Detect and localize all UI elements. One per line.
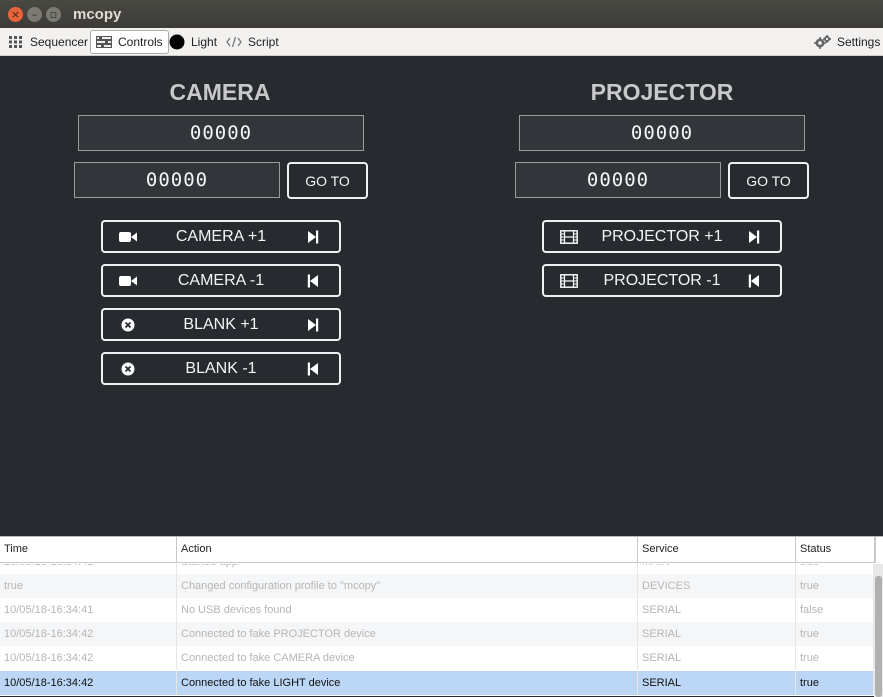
projector-backward-label: PROJECTOR -1 <box>603 272 721 289</box>
blank-backward-label: BLANK -1 <box>185 360 257 377</box>
column-header-action[interactable]: Action <box>177 537 638 563</box>
camera-counter: 00000 <box>78 115 364 151</box>
step-backward-icon <box>307 274 319 288</box>
cell-service: DEVICES <box>638 574 796 598</box>
window-minimize-button[interactable]: – <box>27 7 42 22</box>
cell-action: No USB devices found <box>177 598 638 622</box>
cell-time: 10/05/18-16:34:41 <box>0 564 177 574</box>
projector-counter: 00000 <box>519 115 805 151</box>
table-row[interactable]: true Changed configuration profile to "m… <box>0 574 874 598</box>
cell-status: false <box>796 598 874 622</box>
step-forward-icon <box>748 230 760 244</box>
cell-service: SERIAL <box>638 598 796 622</box>
table-row[interactable]: 10/05/18-16:34:41 Started app MAIN true <box>0 564 874 574</box>
menu-sequencer[interactable]: Sequencer <box>3 30 94 54</box>
step-forward-icon <box>307 230 319 244</box>
camera-backward-button[interactable]: CAMERA -1 <box>101 264 341 297</box>
menu-light-label: Light <box>191 35 218 49</box>
log-scrollbar-thumb[interactable] <box>875 576 882 697</box>
projector-goto-input[interactable]: 00000 <box>515 162 721 198</box>
cell-action: Changed configuration profile to "mcopy" <box>177 574 638 598</box>
menu-controls[interactable]: Controls <box>90 30 169 54</box>
cell-status: true <box>796 646 874 670</box>
cell-action: Connected to fake PROJECTOR device <box>177 622 638 646</box>
grid-icon <box>9 36 24 48</box>
menu-light[interactable]: Light <box>163 30 223 54</box>
table-row[interactable]: 10/05/18-16:34:42 Connected to fake CAME… <box>0 646 874 670</box>
camera-goto-input[interactable]: 00000 <box>74 162 280 198</box>
projector-goto-button[interactable]: GO TO <box>728 162 809 199</box>
cell-time: 10/05/18-16:34:42 <box>0 622 177 646</box>
column-header-service[interactable]: Service <box>638 537 796 563</box>
step-forward-icon <box>307 318 319 332</box>
code-icon <box>226 36 242 48</box>
table-row-selected[interactable]: 10/05/18-16:34:42 Connected to fake LIGH… <box>0 671 874 695</box>
menu-settings[interactable]: Settings <box>808 30 883 54</box>
step-backward-icon <box>748 274 760 288</box>
cell-action: Connected to fake CAMERA device <box>177 646 638 670</box>
gears-icon <box>814 34 831 50</box>
sliders-icon <box>96 36 112 48</box>
table-row[interactable]: 10/05/18-16:34:41 No USB devices found S… <box>0 598 874 622</box>
projector-backward-button[interactable]: PROJECTOR -1 <box>542 264 782 297</box>
cell-time: 10/05/18-16:34:42 <box>0 646 177 670</box>
menu-script[interactable]: Script <box>220 30 285 54</box>
cell-status: true <box>796 574 874 598</box>
menu-bar: Sequencer Controls Light Script Settings <box>0 28 883 56</box>
log-table: Time Action Service Status 10/05/18-16:3… <box>0 536 883 697</box>
cell-action: Connected to fake LIGHT device <box>177 671 638 695</box>
camera-goto-button[interactable]: GO TO <box>287 162 368 199</box>
menu-settings-label: Settings <box>837 35 881 49</box>
blank-forward-button[interactable]: BLANK +1 <box>101 308 341 341</box>
header-corner <box>875 537 883 563</box>
title-bar: × – ▫ mcopy <box>0 0 883 28</box>
window-maximize-button[interactable]: ▫ <box>46 7 61 22</box>
cell-service: SERIAL <box>638 622 796 646</box>
camera-forward-button[interactable]: CAMERA +1 <box>101 220 341 253</box>
camera-backward-label: CAMERA -1 <box>177 272 265 289</box>
step-backward-icon <box>307 362 319 376</box>
window-close-button[interactable]: × <box>8 7 23 22</box>
cell-status: true <box>796 671 874 695</box>
projector-forward-label: PROJECTOR +1 <box>601 228 723 245</box>
menu-controls-label: Controls <box>118 35 163 49</box>
table-row[interactable]: 10/05/18-16:34:42 Connected to fake PROJ… <box>0 622 874 646</box>
window-title: mcopy <box>73 6 122 23</box>
column-header-time[interactable]: Time <box>0 537 177 563</box>
camera-forward-label: CAMERA +1 <box>175 228 267 245</box>
cell-action: Started app <box>177 564 638 574</box>
column-header-status[interactable]: Status <box>796 537 875 563</box>
cell-service: SERIAL <box>638 671 796 695</box>
menu-script-label: Script <box>248 35 279 49</box>
projector-forward-button[interactable]: PROJECTOR +1 <box>542 220 782 253</box>
cell-status: true <box>796 622 874 646</box>
log-scrollbar[interactable] <box>874 564 883 697</box>
cell-time: 10/05/18-16:34:41 <box>0 598 177 622</box>
cell-service: MAIN <box>638 564 796 574</box>
cell-time: 10/05/18-16:34:42 <box>0 671 177 695</box>
log-header: Time Action Service Status <box>0 537 875 563</box>
menu-sequencer-label: Sequencer <box>30 35 89 49</box>
cell-status: true <box>796 564 874 574</box>
blank-forward-label: BLANK +1 <box>183 316 259 333</box>
cell-service: SERIAL <box>638 646 796 670</box>
log-rows: 10/05/18-16:34:41 Started app MAIN true … <box>0 564 874 697</box>
projector-title: PROJECTOR <box>590 79 734 105</box>
cell-time: true <box>0 574 177 598</box>
blank-backward-button[interactable]: BLANK -1 <box>101 352 341 385</box>
controls-panel: CAMERA 00000 00000 GO TO CAMERA +1 CAMER… <box>0 56 883 536</box>
camera-title: CAMERA <box>169 79 271 105</box>
circle-icon <box>169 34 185 50</box>
